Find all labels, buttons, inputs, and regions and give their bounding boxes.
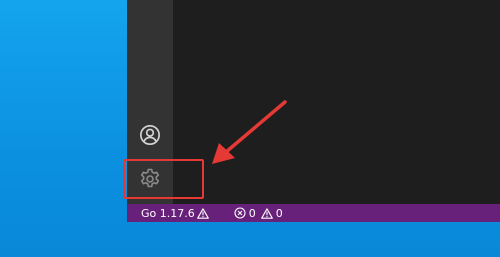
editor-area xyxy=(173,0,500,204)
status-bar: Go 1.17.6 0 0 xyxy=(127,204,500,222)
warning-icon xyxy=(260,207,273,219)
highlight-box xyxy=(123,159,204,199)
go-version-label: Go 1.17.6 xyxy=(141,206,195,220)
go-version-status[interactable]: Go 1.17.6 xyxy=(137,204,216,222)
errors-count: 0 xyxy=(248,206,256,220)
error-icon xyxy=(234,207,246,219)
warning-icon xyxy=(196,207,209,219)
warnings-count: 0 xyxy=(275,206,283,220)
account-icon[interactable] xyxy=(138,123,162,147)
problems-status[interactable]: 0 0 xyxy=(228,204,287,222)
